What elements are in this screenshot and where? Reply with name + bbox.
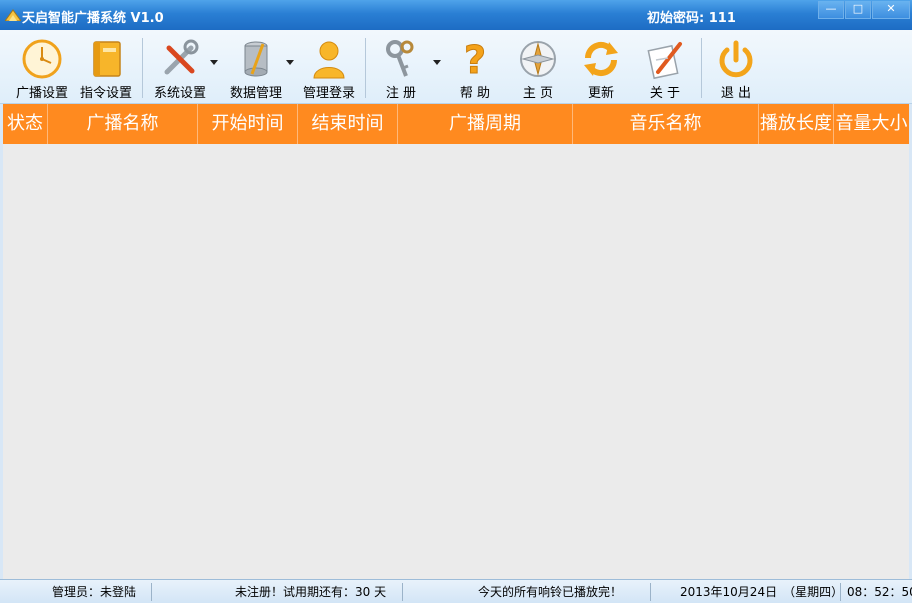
tools-icon xyxy=(164,39,199,75)
command-settings-label: 指令设置 xyxy=(79,86,132,101)
home-button[interactable]: 主 页 xyxy=(509,36,567,102)
power-icon xyxy=(719,40,753,78)
database-icon xyxy=(244,41,268,77)
status-divider xyxy=(840,583,841,601)
question-icon: ? xyxy=(463,38,486,80)
help-button[interactable]: ? 帮 助 xyxy=(446,36,504,102)
toolbar-separator xyxy=(142,38,143,98)
data-management-label: 数据管理 xyxy=(229,86,282,101)
status-divider xyxy=(402,583,403,601)
minimize-button[interactable]: — xyxy=(818,1,844,19)
home-label: 主 页 xyxy=(522,86,554,101)
admin-login-button[interactable]: 管理登录 xyxy=(298,36,360,102)
about-button[interactable]: 关 于 xyxy=(636,36,694,102)
data-management-button[interactable]: 数据管理 xyxy=(224,36,288,102)
broadcast-settings-label: 广播设置 xyxy=(15,86,68,101)
exit-button[interactable]: 退 出 xyxy=(708,36,764,102)
status-divider xyxy=(650,583,651,601)
register-label: 注 册 xyxy=(385,86,417,101)
system-settings-label: 系统设置 xyxy=(153,86,206,101)
register-dropdown-icon[interactable] xyxy=(433,60,441,65)
help-label: 帮 助 xyxy=(459,86,491,101)
update-label: 更新 xyxy=(587,86,614,101)
initial-password: 初始密码: 111 xyxy=(647,11,736,26)
status-message: 今天的所有响铃已播放完！ xyxy=(478,585,623,599)
register-button[interactable]: 注 册 xyxy=(372,36,430,102)
column-header-broadcast-name[interactable]: 广播名称 xyxy=(48,104,198,144)
broadcast-settings-button[interactable]: 广播设置 xyxy=(10,36,74,102)
column-header-status[interactable]: 状态 xyxy=(3,104,48,144)
data-management-dropdown-icon[interactable] xyxy=(286,60,294,65)
toolbar: 广播设置 指令设置 系统设置 数据管理 管理登录 注 册 ? 帮 助 主 页 更… xyxy=(0,30,912,104)
system-settings-dropdown-icon[interactable] xyxy=(210,60,218,65)
column-header-broadcast-cycle[interactable]: 广播周期 xyxy=(398,104,573,144)
maximize-button[interactable]: □ xyxy=(845,1,871,19)
toolbar-separator xyxy=(365,38,366,98)
column-header-play-length[interactable]: 播放长度 xyxy=(759,104,834,144)
update-button[interactable]: 更新 xyxy=(572,36,630,102)
keys-icon xyxy=(386,40,414,77)
clock-icon xyxy=(22,39,62,79)
exit-label: 退 出 xyxy=(720,86,752,101)
compass-icon xyxy=(520,41,556,77)
note-icon xyxy=(647,42,682,80)
status-divider xyxy=(151,583,152,601)
status-bar: 管理员：未登陆 未注册！试用期还有：30 天 今天的所有响铃已播放完！ 2013… xyxy=(0,579,912,603)
status-trial: 未注册！试用期还有：30 天 xyxy=(235,585,387,599)
column-header-volume[interactable]: 音量大小 xyxy=(834,104,909,144)
app-logo-icon xyxy=(5,9,21,21)
column-header-start-time[interactable]: 开始时间 xyxy=(198,104,298,144)
window-title: 天启智能广播系统 V1.0 xyxy=(22,11,164,26)
about-label: 关 于 xyxy=(649,86,681,101)
system-settings-button[interactable]: 系统设置 xyxy=(148,36,212,102)
status-date: 2013年10月24日 （星期四） xyxy=(680,585,844,599)
toolbar-separator xyxy=(701,38,702,98)
refresh-icon xyxy=(584,41,618,77)
column-header-end-time[interactable]: 结束时间 xyxy=(298,104,398,144)
user-icon xyxy=(313,41,345,79)
schedule-grid-body[interactable] xyxy=(3,144,909,579)
status-admin: 管理员：未登陆 xyxy=(52,585,137,599)
title-bar[interactable]: 天启智能广播系统 V1.0 初始密码: 111 — □ ✕ xyxy=(0,0,912,30)
svg-text:?: ? xyxy=(464,38,486,80)
schedule-grid-header: 状态 广播名称 开始时间 结束时间 广播周期 音乐名称 播放长度 音量大小 xyxy=(3,104,909,144)
close-button[interactable]: ✕ xyxy=(872,1,910,19)
column-header-music-name[interactable]: 音乐名称 xyxy=(573,104,759,144)
admin-login-label: 管理登录 xyxy=(302,86,355,101)
app-window: 天启智能广播系统 V1.0 初始密码: 111 — □ ✕ 广播设置 指令设置 xyxy=(0,0,912,603)
status-time: 08：52：50 xyxy=(847,585,912,599)
book-icon xyxy=(93,41,121,77)
command-settings-button[interactable]: 指令设置 xyxy=(74,36,138,102)
